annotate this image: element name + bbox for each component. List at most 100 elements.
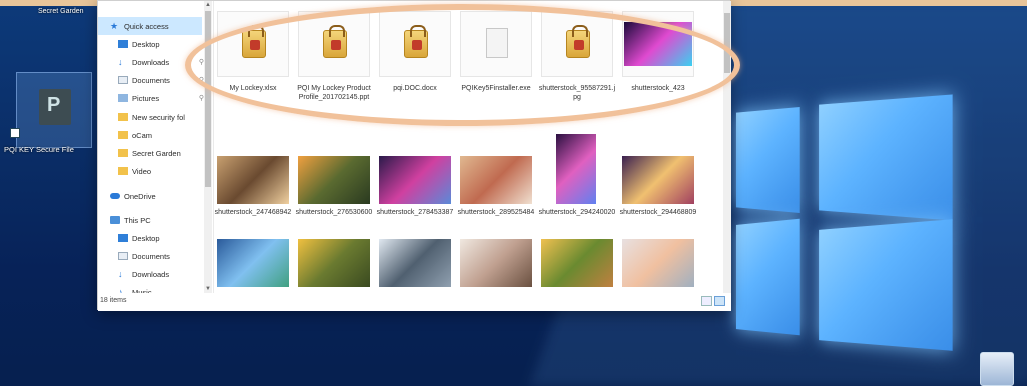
photo-thumbnail [622, 156, 694, 204]
pqi-key-shortcut[interactable] [16, 72, 92, 148]
content-scroll-thumb[interactable] [724, 13, 730, 73]
file-item[interactable]: shutterstock_289525484 [457, 156, 535, 226]
nav-item[interactable]: Video [98, 162, 202, 180]
download-icon: ↓ [118, 57, 123, 67]
nav-item[interactable]: oCam [98, 126, 202, 144]
file-name: shutterstock_276530600 [295, 209, 373, 216]
shortcut-arrow-icon [10, 128, 20, 138]
file-item[interactable] [295, 239, 373, 293]
file-item[interactable]: shutterstock_278453387 [376, 156, 454, 226]
nav-item[interactable]: Desktop [98, 35, 202, 53]
navigation-pane: ★ Quick access Desktop ↓ Downloads ⚲ Documents… [98, 1, 214, 297]
file-item[interactable]: shutterstock_276530600 [295, 156, 373, 226]
nav-item[interactable]: Secret Garden [98, 144, 202, 162]
file-thumbnail [298, 11, 370, 77]
file-item[interactable]: shutterstock_423 [619, 11, 697, 141]
lock-file-icon [404, 25, 428, 58]
nav-item[interactable]: This PC [98, 211, 202, 229]
scroll-up-icon[interactable]: ▲ [204, 1, 212, 9]
status-bar: 18 items [98, 293, 731, 311]
star-icon: ★ [110, 21, 119, 31]
pictures-icon [118, 94, 128, 102]
file-item[interactable]: shutterstock_247468942 [214, 156, 292, 226]
nav-item-label: Desktop [132, 233, 160, 243]
file-explorer-window: ★ Quick access Desktop ↓ Downloads ⚲ Documents… [97, 0, 731, 311]
nav-scrollbar[interactable]: ▲ ▼ [204, 1, 212, 293]
desktop-icon [118, 234, 128, 242]
nav-item-label: Documents [132, 251, 170, 261]
nav-item[interactable]: OneDrive [98, 187, 202, 205]
nav-item[interactable]: Documents ⚲ [98, 71, 204, 89]
file-item[interactable]: My Lockey.xlsx [214, 11, 292, 141]
large-icons-view-button[interactable] [714, 296, 725, 306]
pc-icon [110, 216, 120, 224]
scroll-down-icon[interactable]: ▼ [204, 285, 212, 293]
recycle-bin-icon[interactable] [980, 352, 1014, 386]
nav-item[interactable]: Desktop [98, 229, 202, 247]
folder-icon [118, 113, 128, 121]
file-item[interactable]: shutterstock_95587291.jpg [538, 11, 616, 141]
lock-file-icon [323, 25, 347, 58]
photo-thumbnail [298, 156, 370, 204]
documents-icon [118, 252, 128, 260]
file-name: shutterstock_278453387 [376, 209, 454, 216]
file-item[interactable] [376, 239, 454, 293]
photo-thumbnail [460, 239, 532, 287]
file-thumbnail [541, 11, 613, 77]
nav-scroll-thumb[interactable] [205, 11, 211, 187]
file-item[interactable] [457, 239, 535, 293]
file-name: shutterstock_294468809 [619, 209, 697, 216]
file-name: shutterstock_95587291.jpg [538, 85, 616, 101]
item-count: 18 items [100, 297, 127, 304]
file-item[interactable]: shutterstock_294468809 [619, 156, 697, 226]
nav-item[interactable]: Pictures ⚲ [98, 89, 204, 107]
nav-item[interactable]: New security fol [98, 108, 202, 126]
file-name: shutterstock_289525484 [457, 209, 535, 216]
nav-item-label: oCam [132, 130, 153, 140]
cloud-icon [110, 193, 120, 199]
file-name: pqi.DOC.docx [393, 85, 437, 92]
nav-item-label: Video [132, 166, 152, 176]
pqi-key-icon [39, 89, 71, 125]
photo-thumbnail [460, 156, 532, 204]
blank-file-icon [486, 28, 508, 58]
nav-item-label: New security fol [132, 112, 185, 122]
photo-thumbnail [379, 239, 451, 287]
file-item[interactable] [538, 239, 616, 293]
nav-item-label: Downloads [132, 57, 170, 67]
details-view-button[interactable] [701, 296, 712, 306]
nav-item-label: This PC [124, 215, 151, 225]
nav-item[interactable]: ↓ Downloads ⚲ [98, 53, 204, 71]
file-name: shutterstock_423 [631, 85, 685, 92]
lock-file-icon [242, 25, 266, 58]
file-item[interactable]: PQIKey5Finstaller.exe [457, 11, 535, 141]
file-item[interactable]: pqi.DOC.docx [376, 11, 454, 141]
content-scrollbar[interactable] [723, 1, 731, 293]
shortcut-label[interactable]: PQI KEY Secure File [4, 145, 104, 154]
photo-thumbnail [622, 239, 694, 287]
photo-thumbnail [556, 134, 596, 204]
file-item[interactable]: PQI My Lockey Product Profile_201702145.… [295, 11, 373, 141]
file-item[interactable] [619, 239, 697, 293]
desktop-folder-label[interactable]: Secret Garden [38, 8, 84, 15]
desktop-icon [118, 40, 128, 48]
nav-item[interactable]: ★ Quick access [98, 17, 202, 35]
file-thumbnail [460, 11, 532, 77]
nav-item-label: Desktop [132, 39, 160, 49]
nav-item[interactable]: Documents [98, 247, 202, 265]
photo-thumbnail [379, 156, 451, 204]
lock-file-icon [566, 25, 590, 58]
photo-thumbnail [217, 239, 289, 287]
file-name: PQI My Lockey Product Profile_201702145.… [297, 85, 371, 101]
nav-item[interactable]: ↓ Downloads [98, 265, 202, 283]
file-name: shutterstock_294240020 [538, 209, 616, 216]
file-name: My Lockey.xlsx [229, 85, 277, 92]
nav-item-label: Downloads [132, 269, 170, 279]
file-list: My Lockey.xlsx PQI My Lockey Product Prof… [214, 1, 731, 293]
nav-item-label: Secret Garden [132, 148, 181, 158]
file-item[interactable] [214, 239, 292, 293]
file-thumbnail [622, 11, 694, 77]
file-thumbnail [379, 11, 451, 77]
folder-icon [118, 167, 128, 175]
file-item[interactable]: shutterstock_294240020 [538, 134, 616, 226]
